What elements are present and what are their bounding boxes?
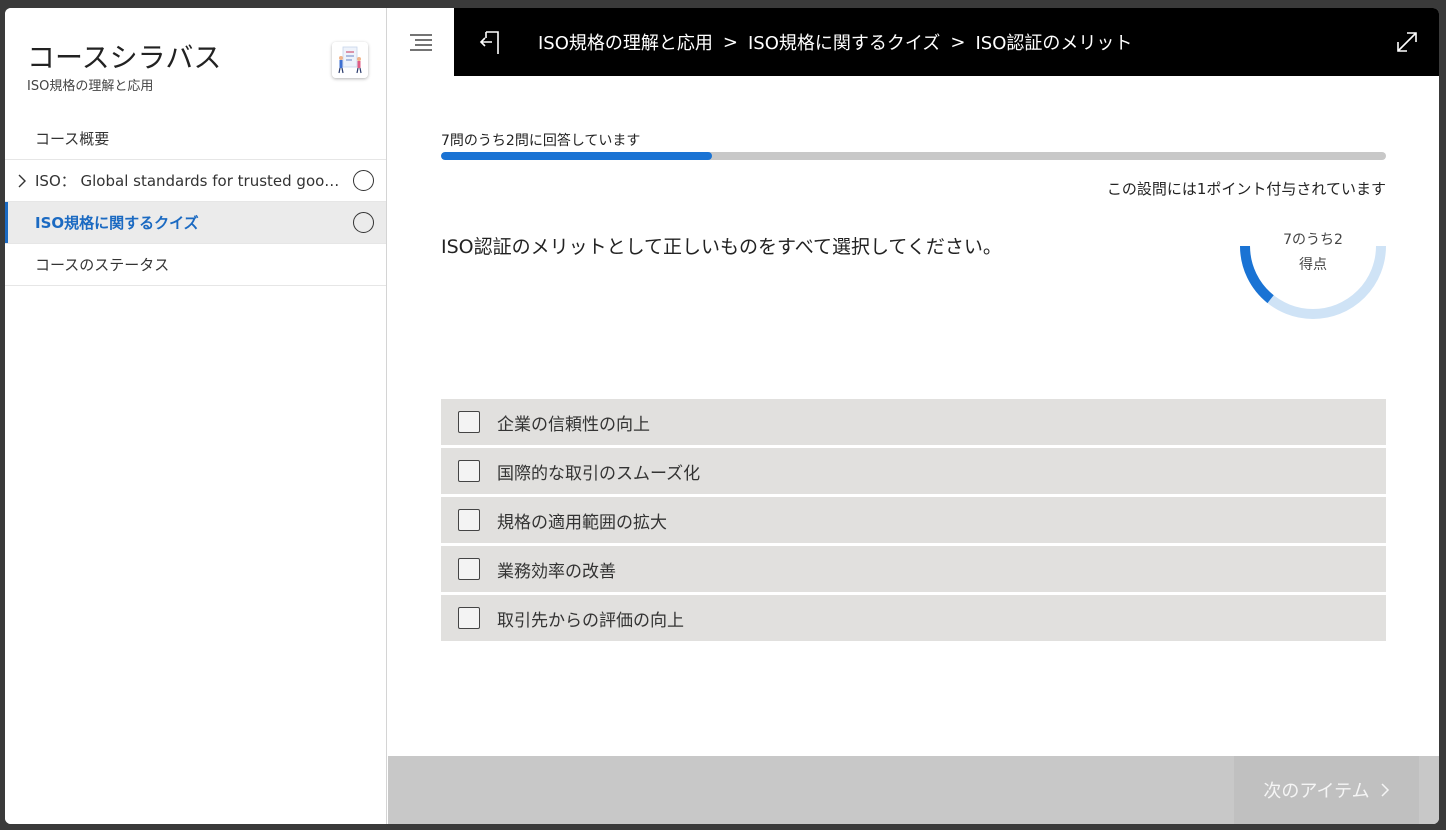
sidebar-item-iso-module[interactable]: ISO： Global standards for trusted goods … [5, 160, 386, 202]
menu-toggle-button[interactable] [388, 8, 454, 76]
answer-checkbox[interactable] [458, 460, 480, 482]
completion-status-icon [353, 170, 374, 191]
answer-options: 企業の信頼性の向上 国際的な取引のスムーズ化 規格の適用範囲の拡大 業務効率の改… [441, 399, 1386, 644]
course-thumbnail-icon [332, 42, 368, 78]
progress-bar-fill [441, 152, 713, 160]
next-item-button[interactable]: 次のアイテム [1234, 756, 1419, 824]
footer-bar: 次のアイテム [388, 756, 1439, 824]
sidebar-subtitle: ISO規格の理解と応用 [27, 79, 154, 94]
score-value: 7のうち2 [1283, 232, 1343, 248]
answer-option-label: 国際的な取引のスムーズ化 [497, 463, 701, 484]
sidebar-nav: コース概要 ISO： Global standards for trusted … [5, 118, 386, 286]
sidebar-item-label: ISO規格に関するクイズ [35, 214, 199, 232]
chevron-right-icon [1381, 783, 1389, 797]
exit-course-icon[interactable] [478, 28, 502, 56]
sidebar-item-course-overview[interactable]: コース概要 [5, 118, 386, 160]
breadcrumb: ISO規格の理解と応用 > ISO規格に関するクイズ > ISO認証のメリット [538, 8, 1132, 76]
answer-checkbox[interactable] [458, 411, 480, 433]
sidebar-item-course-status[interactable]: コースのステータス [5, 244, 386, 286]
sidebar-item-label: コースのステータス [35, 256, 170, 274]
breadcrumb-separator: > [950, 31, 966, 53]
completion-status-icon [353, 212, 374, 233]
question-text: ISO認証のメリットとして正しいものをすべて選択してください。 [441, 236, 1002, 258]
sidebar-title: コースシラバス [27, 41, 222, 74]
points-note: この設問には1ポイント付与されています [1106, 180, 1386, 198]
answer-option[interactable]: 企業の信頼性の向上 [441, 399, 1386, 445]
sidebar-item-label: ISO： Global standards for trusted goods … [35, 172, 345, 190]
answer-option[interactable]: 国際的な取引のスムーズ化 [441, 448, 1386, 494]
expand-fullscreen-icon[interactable] [1395, 30, 1419, 54]
score-gauge: 7のうち2 得点 [1238, 216, 1388, 326]
quiz-content: 7問のうち2問に回答しています この設問には1ポイント付与されています ISO認… [388, 76, 1439, 756]
app-window: コースシラバス ISO規格の理解と応用 コース概要 ISO： Global st… [5, 8, 1439, 824]
next-item-label: 次のアイテム [1263, 781, 1370, 802]
hamburger-menu-icon [410, 34, 432, 51]
answer-option-label: 企業の信頼性の向上 [497, 414, 650, 435]
top-bar: ISO規格の理解と応用 > ISO規格に関するクイズ > ISO認証のメリット [454, 8, 1439, 76]
course-syllabus-sidebar: コースシラバス ISO規格の理解と応用 コース概要 ISO： Global st… [5, 8, 387, 824]
breadcrumb-item-quiz[interactable]: ISO規格に関するクイズ [748, 29, 940, 55]
answer-option-label: 規格の適用範囲の拡大 [497, 512, 667, 533]
answer-checkbox[interactable] [458, 558, 480, 580]
score-label: 得点 [1299, 257, 1327, 273]
sidebar-item-label: コース概要 [35, 130, 110, 148]
answer-option-label: 取引先からの評価の向上 [497, 610, 684, 631]
answer-option[interactable]: 規格の適用範囲の拡大 [441, 497, 1386, 543]
answer-option[interactable]: 業務効率の改善 [441, 546, 1386, 592]
answer-checkbox[interactable] [458, 509, 480, 531]
breadcrumb-item-current: ISO認証のメリット [975, 33, 1133, 54]
chevron-right-icon[interactable] [15, 172, 29, 190]
answer-option[interactable]: 取引先からの評価の向上 [441, 595, 1386, 641]
progress-text: 7問のうち2問に回答しています [441, 133, 641, 149]
answer-checkbox[interactable] [458, 607, 480, 629]
sidebar-item-iso-quiz[interactable]: ISO規格に関するクイズ [5, 202, 386, 244]
answer-option-label: 業務効率の改善 [497, 561, 616, 582]
breadcrumb-separator: > [722, 31, 738, 53]
progress-bar [441, 152, 1386, 160]
breadcrumb-item-course[interactable]: ISO規格の理解と応用 [538, 29, 713, 55]
